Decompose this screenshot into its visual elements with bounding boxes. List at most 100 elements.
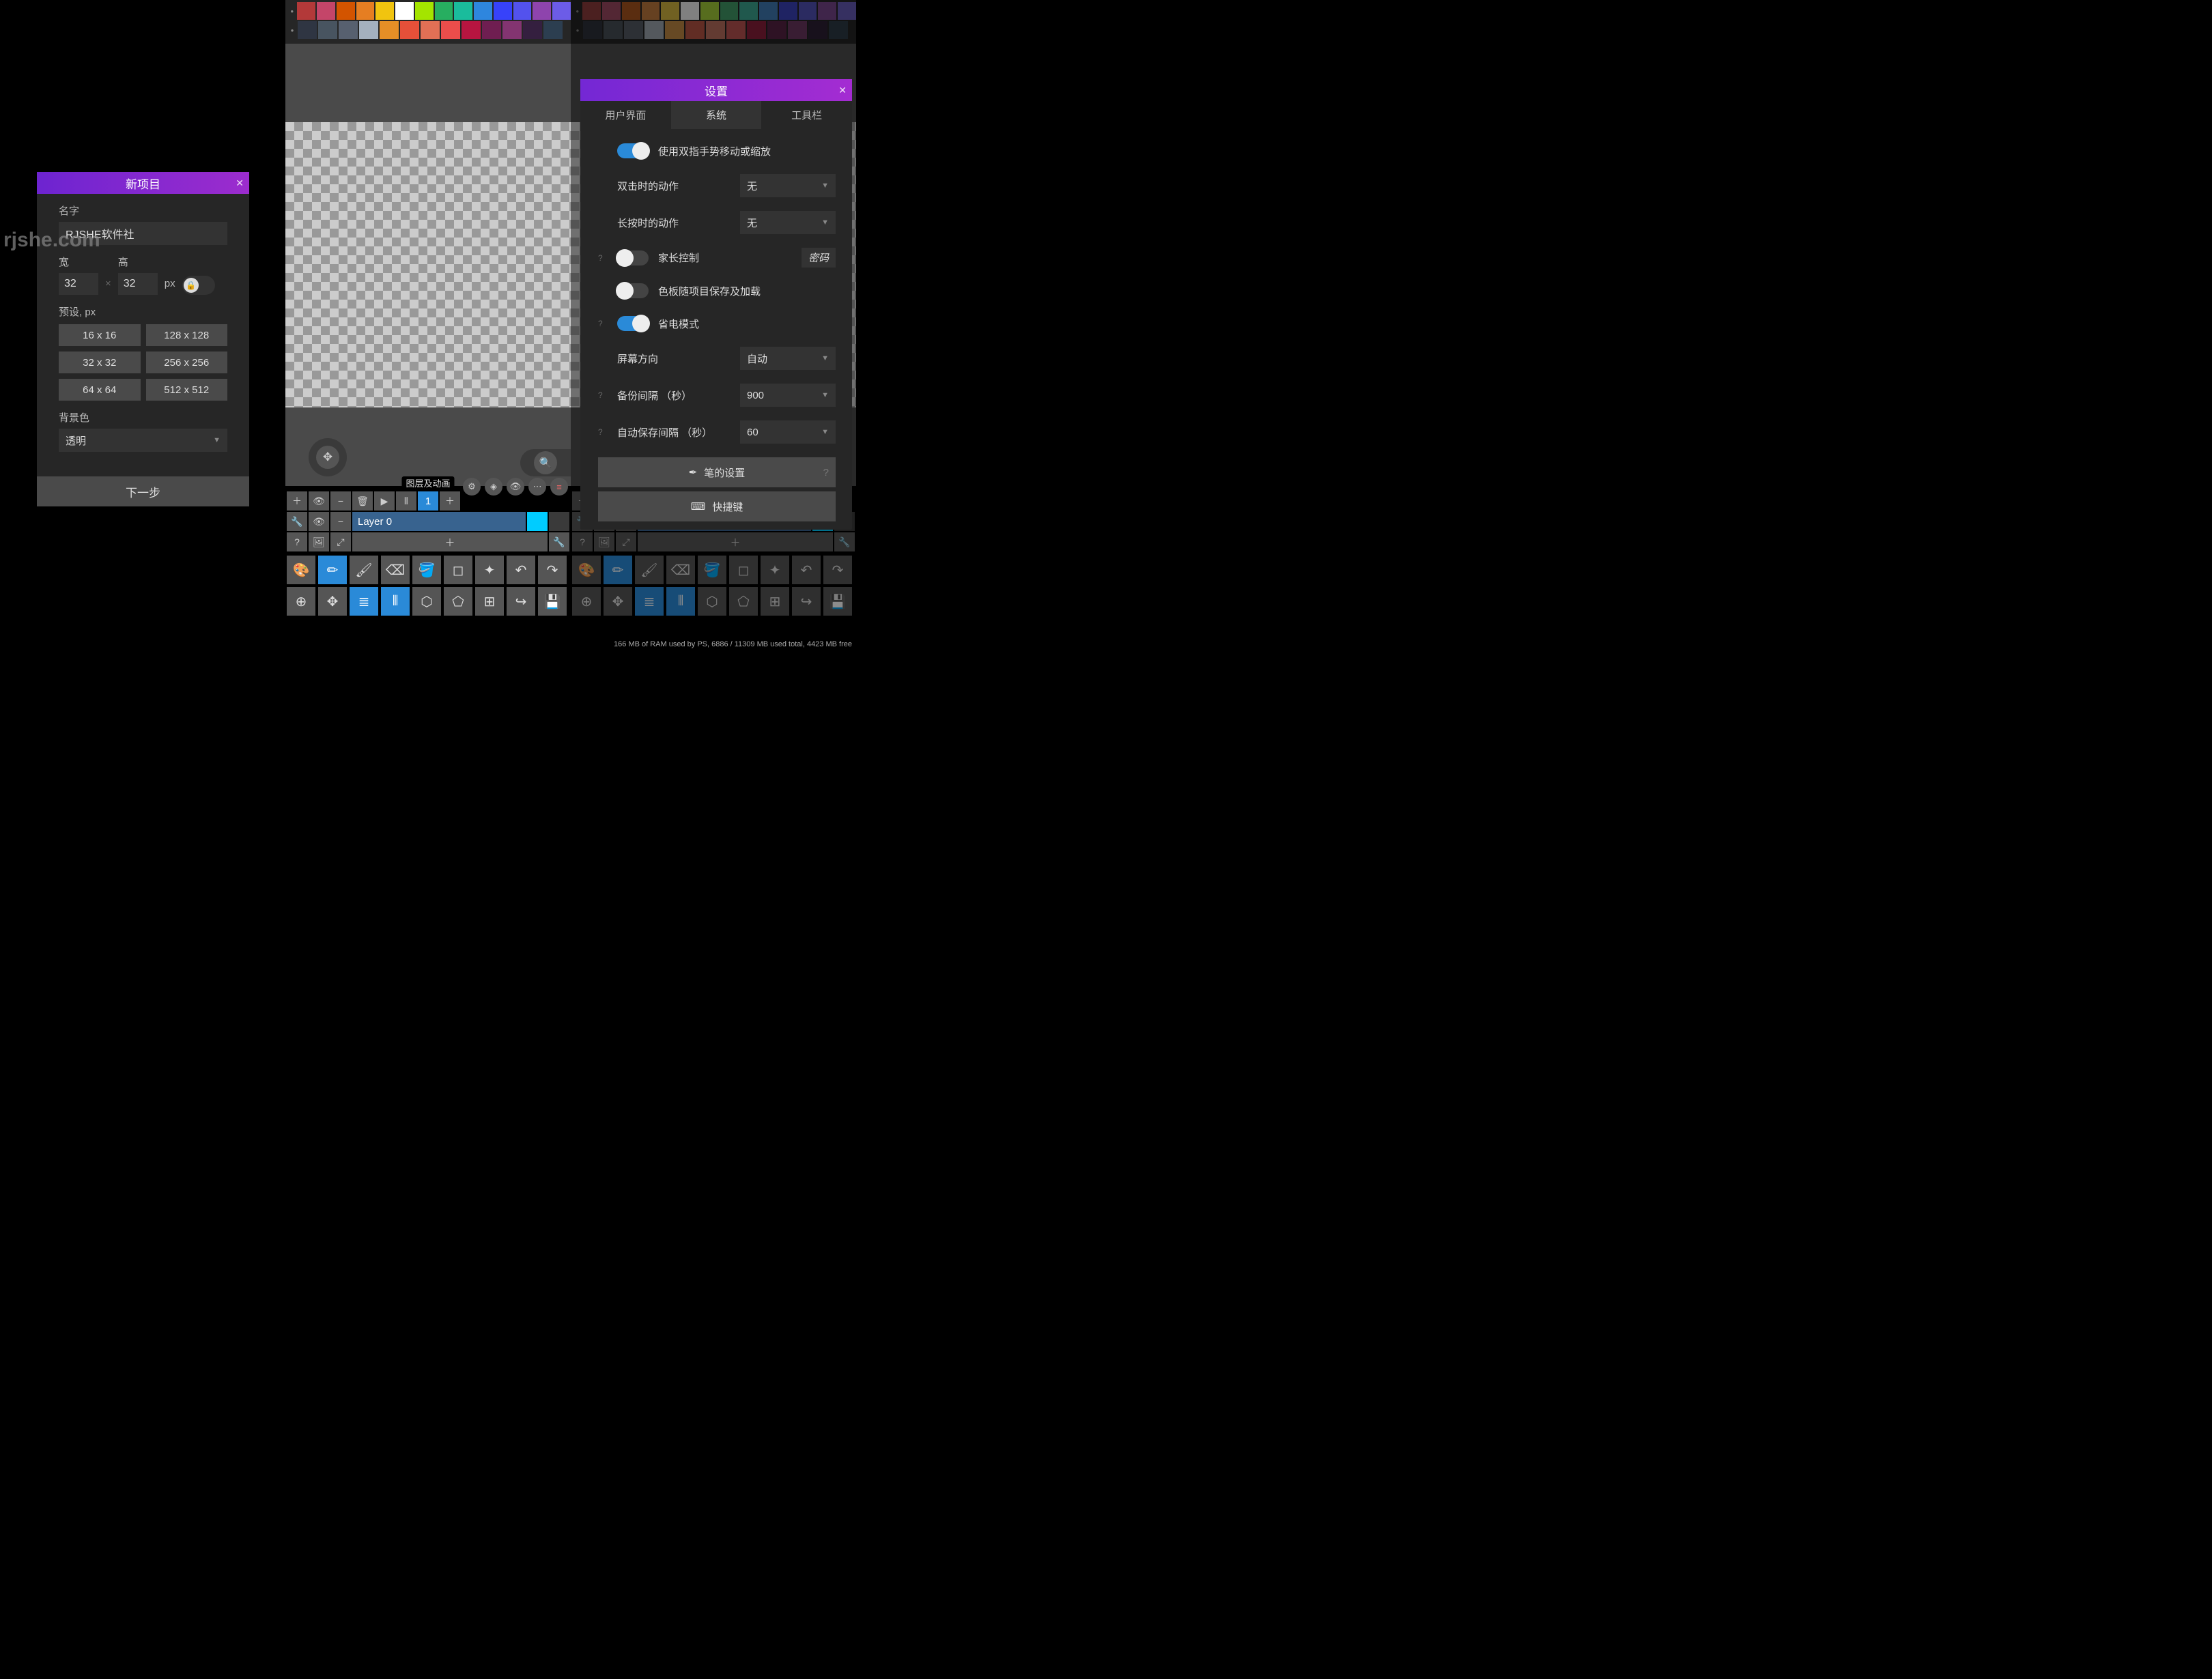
color-swatch[interactable] bbox=[297, 2, 315, 20]
collapse-button[interactable]: − bbox=[330, 491, 351, 511]
name-input[interactable] bbox=[59, 222, 227, 245]
color-swatch[interactable] bbox=[700, 2, 719, 20]
shape-tool[interactable]: ◻ bbox=[444, 556, 472, 584]
outline-tool[interactable]: ⬠ bbox=[444, 587, 472, 616]
pen-settings-button[interactable]: ✒ 笔的设置 ? bbox=[598, 457, 836, 487]
add-frame-button[interactable]: ＋ bbox=[440, 491, 460, 511]
preset-button[interactable]: 256 x 256 bbox=[146, 351, 228, 373]
settings-tool[interactable]: ⬡ bbox=[412, 587, 441, 616]
share-button[interactable]: ↪ bbox=[507, 587, 535, 616]
add-layer-button[interactable]: ＋ bbox=[287, 491, 307, 511]
eraser-tool[interactable]: ⌫ bbox=[381, 556, 410, 584]
color-swatch[interactable] bbox=[582, 2, 601, 20]
color-swatch[interactable] bbox=[808, 21, 827, 39]
color-swatch[interactable] bbox=[706, 21, 725, 39]
wrench-tool[interactable]: ✦ bbox=[475, 556, 504, 584]
help-button[interactable]: ? bbox=[287, 532, 307, 551]
parental-toggle[interactable] bbox=[617, 250, 649, 266]
height-input[interactable] bbox=[118, 273, 158, 295]
color-swatch[interactable] bbox=[622, 2, 640, 20]
bucket-tool[interactable]: 🪣 bbox=[412, 556, 441, 584]
preset-button[interactable]: 512 x 512 bbox=[146, 379, 228, 401]
color-swatch[interactable] bbox=[661, 2, 679, 20]
add-frame-wide[interactable]: ＋ bbox=[352, 532, 548, 551]
save-button[interactable]: 💾 bbox=[538, 587, 567, 616]
expand-button[interactable]: ⤢ bbox=[330, 532, 351, 551]
color-swatch[interactable] bbox=[767, 21, 786, 39]
color-swatch[interactable] bbox=[454, 2, 472, 20]
tab-ui[interactable]: 用户界面 bbox=[580, 101, 671, 129]
layers-icon[interactable]: ◈ bbox=[485, 478, 502, 496]
layer-visibility-button[interactable]: 👁 bbox=[309, 512, 329, 531]
aspect-lock-toggle[interactable]: 🔒 bbox=[182, 276, 215, 295]
shortcuts-button[interactable]: ⌨ 快捷键 bbox=[598, 491, 836, 521]
redo-button[interactable]: ↷ bbox=[538, 556, 567, 584]
backup-select[interactable]: 900 ▼ bbox=[740, 384, 836, 407]
color-swatch[interactable] bbox=[533, 2, 551, 20]
color-swatch[interactable] bbox=[829, 21, 848, 39]
settings-icon[interactable]: ⚙ bbox=[463, 478, 481, 496]
play-button[interactable]: ▶ bbox=[374, 491, 395, 511]
move-tool[interactable]: ✥ bbox=[318, 587, 347, 616]
frame-preview[interactable] bbox=[527, 512, 548, 531]
color-swatch[interactable] bbox=[624, 21, 643, 39]
color-swatch[interactable] bbox=[604, 21, 623, 39]
color-swatch[interactable] bbox=[462, 21, 481, 39]
preset-button[interactable]: 32 x 32 bbox=[59, 351, 141, 373]
autosave-select[interactable]: 60 ▼ bbox=[740, 420, 836, 444]
next-button[interactable]: 下一步 bbox=[37, 476, 249, 506]
power-save-toggle[interactable] bbox=[617, 316, 649, 331]
color-swatch[interactable] bbox=[747, 21, 766, 39]
color-swatch[interactable] bbox=[543, 21, 563, 39]
color-swatch[interactable] bbox=[838, 2, 856, 20]
color-swatch[interactable] bbox=[380, 21, 399, 39]
undo-button[interactable]: ↶ bbox=[507, 556, 535, 584]
menu-icon[interactable]: ≡ bbox=[550, 478, 568, 496]
help-icon[interactable]: ? bbox=[598, 390, 608, 400]
frames-tool[interactable]: ⦀ bbox=[381, 587, 410, 616]
frame-slot[interactable] bbox=[549, 512, 569, 531]
bg-select[interactable]: 透明 ▼ bbox=[59, 429, 227, 452]
view-icon[interactable]: 👁 bbox=[507, 478, 524, 496]
color-swatch[interactable] bbox=[759, 2, 778, 20]
color-swatch[interactable] bbox=[818, 2, 836, 20]
color-swatch[interactable] bbox=[356, 2, 375, 20]
tab-toolbar[interactable]: 工具栏 bbox=[761, 101, 852, 129]
password-button[interactable]: 密码 bbox=[802, 248, 836, 268]
color-swatch[interactable] bbox=[644, 21, 664, 39]
color-swatch[interactable] bbox=[359, 21, 378, 39]
color-swatch[interactable] bbox=[602, 2, 621, 20]
color-swatch[interactable] bbox=[482, 21, 501, 39]
tool-settings-button[interactable]: 🔧 bbox=[549, 532, 569, 551]
canvas-area[interactable]: ✥ 🔍 ⚙ ◈ 👁 ⋯ ≡ bbox=[285, 44, 571, 486]
color-swatch[interactable] bbox=[720, 2, 739, 20]
color-swatch[interactable] bbox=[318, 21, 337, 39]
palette-save-toggle[interactable] bbox=[617, 283, 649, 298]
color-swatch[interactable] bbox=[494, 2, 512, 20]
close-icon[interactable]: ✕ bbox=[838, 85, 847, 96]
color-swatch[interactable] bbox=[779, 2, 797, 20]
width-input[interactable] bbox=[59, 273, 98, 295]
more-icon[interactable]: ⋯ bbox=[528, 478, 546, 496]
color-swatch[interactable] bbox=[685, 21, 705, 39]
color-swatch[interactable] bbox=[502, 21, 522, 39]
layer-collapse-button[interactable]: − bbox=[330, 512, 351, 531]
delete-button[interactable]: 🗑 bbox=[352, 491, 373, 511]
color-swatch[interactable] bbox=[298, 21, 317, 39]
color-swatch[interactable] bbox=[739, 2, 758, 20]
zoom-tool[interactable]: ⊕ bbox=[287, 587, 315, 616]
double-tap-select[interactable]: 无 ▼ bbox=[740, 174, 836, 197]
color-swatch[interactable] bbox=[435, 2, 453, 20]
color-swatch[interactable] bbox=[400, 21, 419, 39]
zoom-button[interactable]: 🔍 bbox=[520, 449, 571, 476]
color-swatch[interactable] bbox=[421, 21, 440, 39]
preset-button[interactable]: 16 x 16 bbox=[59, 324, 141, 346]
layer-settings-button[interactable]: 🔧 bbox=[287, 512, 307, 531]
color-swatch[interactable] bbox=[513, 2, 532, 20]
pencil-tool[interactable]: ✏ bbox=[318, 556, 347, 584]
color-swatch[interactable] bbox=[441, 21, 460, 39]
color-swatch[interactable] bbox=[375, 2, 394, 20]
color-swatch[interactable] bbox=[583, 21, 602, 39]
timeline-icon[interactable]: ⦀ bbox=[396, 491, 416, 511]
color-swatch[interactable] bbox=[681, 2, 699, 20]
